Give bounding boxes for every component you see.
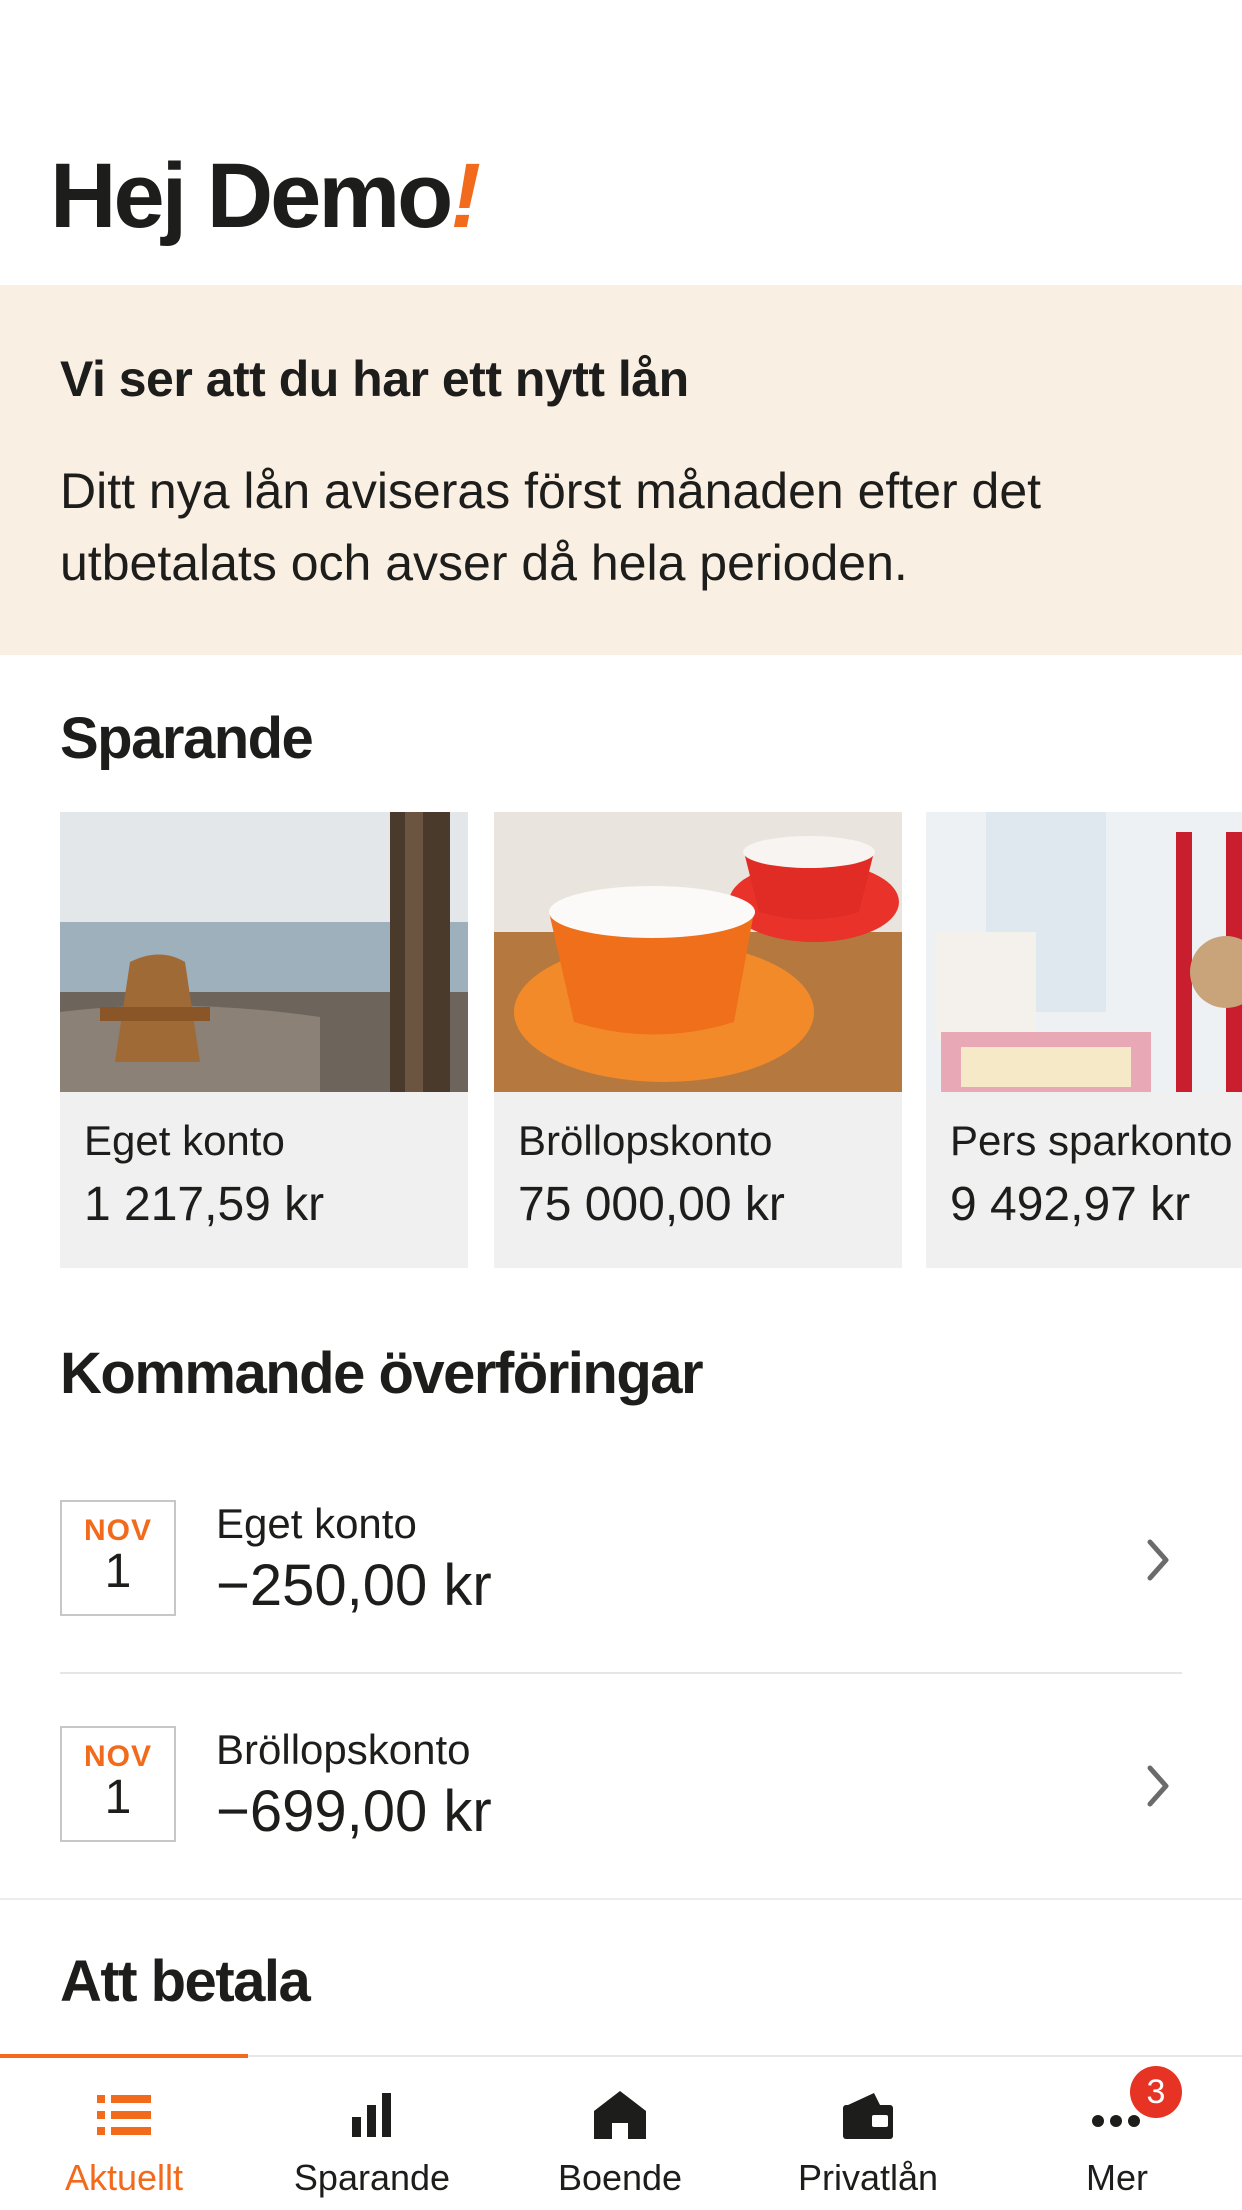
account-balance: 1 217,59 kr	[84, 1178, 325, 1231]
bottom-tab-bar: Aktuellt Sparande Boende Privatlån Mer	[0, 2054, 1242, 2210]
savings-card-pers-sparkonto[interactable]: Pers sparkonto 9 492,97 kr	[926, 812, 1242, 1268]
notice-title: Vi ser att du har ett nytt lån	[60, 351, 689, 407]
beach-chair-photo	[60, 812, 468, 1092]
wallet-icon	[843, 2093, 893, 2139]
row-divider	[60, 1672, 1182, 1674]
tab-label: Aktuellt	[64, 2157, 184, 2198]
home-icon	[594, 2091, 646, 2139]
greeting-title: Hej Demo!	[50, 150, 481, 242]
chevron-right-icon	[1147, 1539, 1169, 1581]
account-balance: 9 492,97 kr	[950, 1178, 1191, 1231]
greeting-mark: !	[450, 145, 481, 247]
date-month: NOV	[83, 1740, 152, 1773]
date-badge: NOV 1	[60, 1500, 176, 1616]
savings-card-brollopskonto[interactable]: Bröllopskonto 75 000,00 kr	[494, 812, 902, 1268]
tab-boende[interactable]: Boende	[496, 2057, 744, 2210]
bar-chart-icon	[352, 2093, 391, 2137]
payments-section-title: Att betala	[60, 1949, 311, 2014]
greeting-text: Hej Demo	[50, 145, 453, 247]
savings-section-title: Sparande	[60, 706, 314, 771]
tab-label: Boende	[557, 2157, 683, 2198]
chevron-right-icon	[1147, 1765, 1169, 1807]
coffee-cups-photo	[494, 812, 902, 1092]
savings-card-eget-konto[interactable]: Eget konto 1 217,59 kr	[60, 812, 468, 1268]
transfer-amount: −250,00 kr	[216, 1553, 492, 1618]
tab-label: Sparande	[293, 2157, 451, 2198]
transfer-row[interactable]: NOV 1 Eget konto −250,00 kr	[60, 1500, 1182, 1625]
account-name: Eget konto	[84, 1117, 285, 1164]
tab-mer[interactable]: Mer	[992, 2057, 1242, 2210]
date-month: NOV	[83, 1514, 152, 1547]
tab-privatlan[interactable]: Privatlån	[744, 2057, 992, 2210]
transfer-account: Bröllopskonto	[216, 1726, 471, 1773]
transfer-amount: −699,00 kr	[216, 1779, 492, 1844]
nursery-photo	[926, 812, 1242, 1092]
list-icon	[97, 2095, 151, 2135]
account-name: Bröllopskonto	[518, 1117, 773, 1164]
account-name: Pers sparkonto	[950, 1117, 1233, 1164]
transfers-section-title: Kommande överföringar	[60, 1341, 704, 1406]
tab-label: Mer	[1086, 2157, 1148, 2198]
notification-badge: 3	[1130, 2066, 1182, 2118]
section-divider	[0, 1898, 1242, 1900]
notice-body: Ditt nya lån aviseras först månaden efte…	[60, 463, 1042, 591]
date-badge: NOV 1	[60, 1726, 176, 1842]
date-day: 1	[104, 1545, 132, 1598]
date-day: 1	[104, 1771, 132, 1824]
transfer-row[interactable]: NOV 1 Bröllopskonto −699,00 kr	[60, 1726, 1182, 1851]
account-balance: 75 000,00 kr	[518, 1178, 785, 1231]
tab-sparande[interactable]: Sparande	[248, 2057, 496, 2210]
transfer-account: Eget konto	[216, 1500, 417, 1547]
tab-aktuellt[interactable]: Aktuellt	[0, 2057, 248, 2210]
tab-label: Privatlån	[797, 2157, 939, 2198]
